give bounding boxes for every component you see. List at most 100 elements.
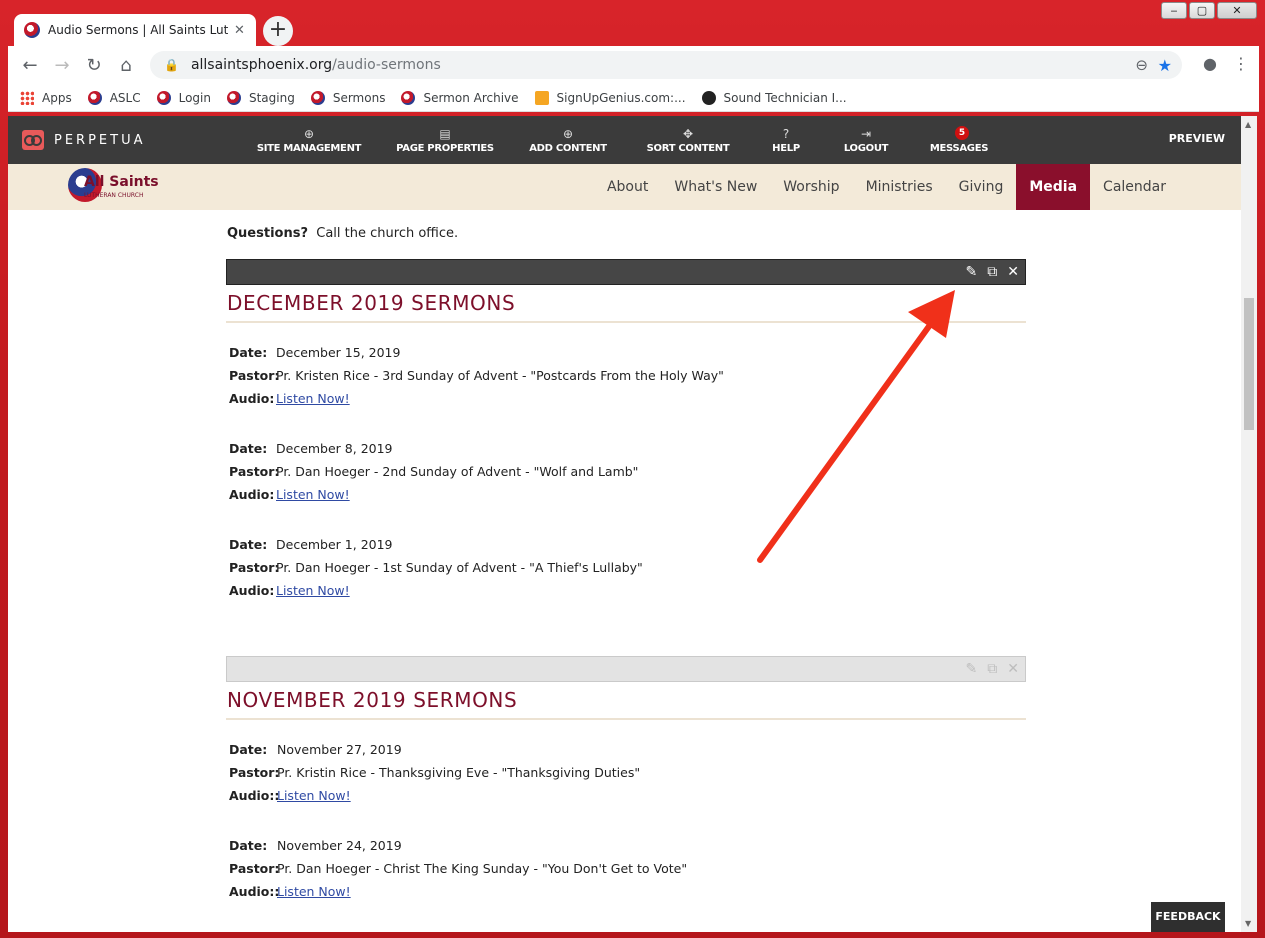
back-arrow-icon[interactable]: ← [14, 55, 46, 76]
duplicate-icon[interactable]: ⧉ [987, 661, 997, 677]
sermon-pastor: Pr. Dan Hoeger - 2nd Sunday of Advent - … [276, 464, 639, 479]
menu-whats-new[interactable]: What's New [661, 164, 770, 210]
cms-help[interactable]: ? HELP [756, 116, 816, 164]
help-icon: ? [782, 126, 790, 141]
cms-site-management[interactable]: ⊕ SITE MANAGEMENT [244, 116, 374, 164]
site-favicon-icon [310, 90, 325, 105]
bookmark-staging[interactable]: Staging [226, 90, 295, 105]
menu-kebab-icon[interactable]: ⋮ [1233, 54, 1249, 73]
home-icon[interactable]: ⌂ [110, 55, 142, 76]
move-icon: ✥ [682, 126, 694, 141]
bookmark-sermon-archive[interactable]: Sermon Archive [401, 90, 519, 105]
perpetua-logo-icon [22, 130, 44, 150]
close-icon[interactable]: ✕ [1007, 264, 1019, 280]
menu-ministries[interactable]: Ministries [853, 164, 946, 210]
church-logo[interactable]: All Saints LUTHERAN CHURCH [68, 168, 159, 202]
sermon-date: November 24, 2019 [277, 838, 402, 853]
cms-messages[interactable]: 5 MESSAGES [916, 116, 1002, 164]
close-icon[interactable]: ✕ [1007, 661, 1019, 677]
menu-media[interactable]: Media [1016, 164, 1091, 210]
duplicate-icon[interactable]: ⧉ [987, 264, 997, 280]
address-bar[interactable]: 🔒 allsaintsphoenix.org/audio-sermons ⊖ ★ [150, 51, 1182, 79]
close-window-button[interactable]: ✕ [1217, 2, 1257, 19]
site-favicon-icon [87, 90, 102, 105]
scroll-up-icon[interactable]: ▲ [1245, 120, 1251, 129]
bookmark-sermons[interactable]: Sermons [310, 90, 385, 105]
site-favicon-icon [156, 90, 171, 105]
sermon-date: December 8, 2019 [276, 441, 393, 456]
browser-toolbar: ← → ↻ ⌂ 🔒 allsaintsphoenix.org/audio-ser… [8, 46, 1259, 84]
feedback-button[interactable]: FEEDBACK [1151, 902, 1225, 932]
sermon-date: December 15, 2019 [276, 345, 401, 360]
menu-about[interactable]: About [594, 164, 661, 210]
pencil-icon[interactable]: ✎ [966, 661, 978, 677]
apps-grid-icon [20, 90, 34, 105]
tab-close-icon[interactable]: ✕ [234, 23, 245, 38]
url-host: allsaintsphoenix.org [190, 57, 333, 73]
sermon-entry: Date: December 1, 2019 Pastor: Pr. Dan Hoe… [226, 533, 1026, 602]
bookmark-login[interactable]: Login [156, 90, 211, 105]
listen-now-link[interactable]: Listen Now! [276, 483, 350, 506]
menu-giving[interactable]: Giving [946, 164, 1017, 210]
message-count-badge: 5 [955, 126, 969, 140]
sermon-date: November 27, 2019 [277, 742, 402, 757]
menu-worship[interactable]: Worship [770, 164, 852, 210]
listen-now-link[interactable]: Listen Now! [277, 880, 351, 903]
site-favicon-icon [401, 90, 416, 105]
site-favicon-icon [24, 22, 40, 38]
browser-window: ‒ ▢ ✕ Audio Sermons | All Saints Luthe ✕… [0, 0, 1265, 938]
bookmark-apps[interactable]: Apps [20, 90, 72, 105]
cms-nav: ⊕ SITE MANAGEMENT ▤ PAGE PROPERTIES ⊕ ADD C… [244, 116, 1002, 164]
browser-tab[interactable]: Audio Sermons | All Saints Luthe ✕ [14, 14, 256, 46]
cms-sort-content[interactable]: ✥ SORT CONTENT [620, 116, 756, 164]
section-title: DECEMBER 2019 SERMONS [226, 285, 1026, 323]
cms-add-content[interactable]: ⊕ ADD CONTENT [516, 116, 620, 164]
bookmark-aslc[interactable]: ASLC [87, 90, 141, 105]
bookmark-sound-technician[interactable]: Sound Technician I... [701, 90, 847, 105]
page-icon: ▤ [439, 126, 451, 141]
page-scrollbar[interactable]: ▲ ▼ [1241, 116, 1257, 932]
preview-button[interactable]: PREVIEW [1169, 132, 1225, 145]
scrollbar-thumb[interactable] [1244, 298, 1254, 430]
questions-line: Questions? Call the church office. [227, 226, 459, 241]
content-block-november: ✎ ⧉ ✕ NOVEMBER 2019 SERMONS Date: Novembe… [226, 656, 1026, 903]
scroll-down-icon[interactable]: ▼ [1245, 919, 1251, 928]
url-path: /audio-sermons [332, 57, 441, 73]
profile-icon[interactable]: ● [1203, 54, 1217, 73]
menu-calendar[interactable]: Calendar [1090, 164, 1179, 210]
forward-arrow-icon[interactable]: → [46, 55, 78, 76]
pencil-icon[interactable]: ✎ [966, 264, 978, 280]
zoom-icon[interactable]: ⊖ [1135, 56, 1148, 74]
reload-icon[interactable]: ↻ [78, 55, 110, 76]
lock-icon: 🔒 [164, 58, 179, 72]
sermon-pastor: Pr. Kristin Rice - Thanksgiving Eve - "T… [277, 765, 641, 780]
window-controls: ‒ ▢ ✕ [1161, 2, 1257, 19]
cms-toolbar: PERPETUA ⊕ SITE MANAGEMENT ▤ PAGE PROPERTI… [8, 116, 1241, 164]
listen-now-link[interactable]: Listen Now! [277, 784, 351, 807]
listen-now-link[interactable]: Listen Now! [276, 387, 350, 410]
page-viewport: PERPETUA ⊕ SITE MANAGEMENT ▤ PAGE PROPERTI… [8, 116, 1241, 932]
sermon-entry: Date: November 24, 2019 Pastor: Pr. Dan Ho… [226, 834, 1026, 903]
cms-logout[interactable]: ⇥ LOGOUT [816, 116, 916, 164]
globe-icon: ⊕ [303, 126, 315, 141]
cms-page-properties[interactable]: ▤ PAGE PROPERTIES [374, 116, 516, 164]
minimize-button[interactable]: ‒ [1161, 2, 1187, 19]
site-nav: All Saints LUTHERAN CHURCH About What's N… [8, 164, 1241, 210]
sermon-date: December 1, 2019 [276, 537, 393, 552]
bookmark-signupgenius[interactable]: SignUpGenius.com:... [534, 90, 686, 105]
bookmarks-bar: Apps ASLC Login Staging Sermons Sermon A… [8, 84, 1259, 112]
site-menu: About What's New Worship Ministries Givi… [594, 164, 1179, 210]
bookmark-star-icon[interactable]: ★ [1158, 56, 1172, 75]
sermon-pastor: Pr. Dan Hoeger - 1st Sunday of Advent - … [276, 560, 643, 575]
logout-icon: ⇥ [860, 126, 872, 141]
listen-now-link[interactable]: Listen Now! [276, 579, 350, 602]
new-tab-button[interactable]: + [263, 16, 293, 46]
edit-bar: ✎ ⧉ ✕ [226, 656, 1026, 682]
sermon-entry: Date: November 27, 2019 Pastor: Pr. Kristi… [226, 738, 1026, 807]
plus-circle-icon: ⊕ [562, 126, 574, 141]
maximize-button[interactable]: ▢ [1189, 2, 1215, 19]
tab-title: Audio Sermons | All Saints Luthe [48, 23, 228, 37]
content-block-december: ✎ ⧉ ✕ DECEMBER 2019 SERMONS Date: Decembe… [226, 259, 1026, 602]
edit-bar: ✎ ⧉ ✕ [226, 259, 1026, 285]
perpetua-logo[interactable]: PERPETUA [22, 130, 146, 150]
